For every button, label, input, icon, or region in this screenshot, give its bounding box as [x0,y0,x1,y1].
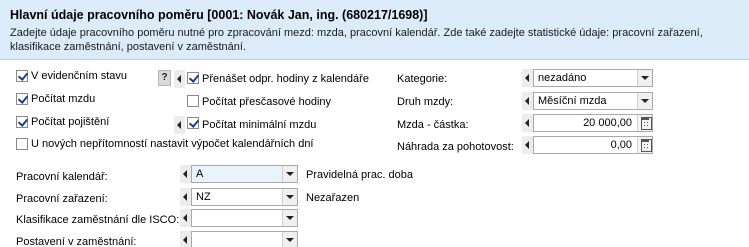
isco-arrow-icon[interactable] [180,209,191,227]
kategorie-value: nezadáno [538,72,587,84]
prenaset-hodiny-label: Přenášet odpr. hodiny z kalendáře [202,73,369,85]
mzda-castka-arrow-icon[interactable] [522,114,533,132]
postaveni-label: Postavení v zaměstnání: [16,236,137,247]
druh-mzdy-value: Měsíční mzda [538,95,607,107]
nahrada-value: 0,00 [610,139,632,151]
form-title: Hlavní údaje pracovního poměru [0001: No… [10,8,428,22]
chevron-down-icon[interactable] [637,93,652,109]
pocitat-mzdu-label: Počítat mzdu [31,93,96,105]
druh-mzdy-label: Druh mzdy: [397,96,454,108]
prenaset-arrow-icon[interactable] [174,70,185,88]
kalendar-label: Pracovní kalendář: [16,171,108,183]
mzda-castka-label: Mzda - částka: [397,119,469,131]
zarazeni-value: NZ [196,191,211,203]
neprimnosti-label: U nových nepřítomností nastavit výpočet … [31,138,314,150]
kategorie-label: Kategorie: [397,73,448,85]
nahrada-input[interactable]: 0,00 [533,136,653,154]
kalendar-select[interactable]: A [191,165,298,183]
kalendar-arrow-icon[interactable] [180,165,191,183]
chevron-down-icon[interactable] [282,232,297,247]
pocitat-minimalni-checkbox[interactable] [187,117,199,129]
mzda-castka-input[interactable]: 20 000,00 [533,114,653,132]
calculator-icon[interactable] [637,115,652,131]
help-button[interactable]: ? [158,70,171,86]
chevron-down-icon[interactable] [282,166,297,182]
v-evidencnim-stavu-label: V evidenčním stavu [31,70,127,82]
zarazeni-select[interactable]: NZ [191,188,298,206]
pocitat-prescasove-label: Počítat přesčasové hodiny [202,96,332,108]
form-header: Hlavní údaje pracovního poměru [0001: No… [0,0,749,60]
nahrada-arrow-icon[interactable] [522,136,533,154]
pocitat-prescasove-checkbox[interactable] [187,95,199,107]
kalendar-note: Pravidelná prac. doba [306,169,414,181]
zarazeni-arrow-icon[interactable] [180,188,191,206]
v-evidencnim-stavu-checkbox[interactable] [16,70,28,82]
druh-mzdy-select[interactable]: Měsíční mzda [533,92,653,110]
form-description: Zadejte údaje pracovního poměru nutné pr… [10,27,703,53]
kalendar-value: A [196,168,204,180]
isco-select[interactable] [191,209,298,227]
calculator-icon[interactable] [637,137,652,153]
chevron-down-icon[interactable] [637,70,652,86]
pocitat-pojisteni-checkbox[interactable] [16,116,28,128]
kategorie-arrow-icon[interactable] [522,69,533,87]
chevron-down-icon[interactable] [282,210,297,226]
chevron-down-icon[interactable] [282,189,297,205]
postaveni-arrow-icon[interactable] [180,231,191,247]
pocitat-minimalni-label: Počítat minimální mzdu [202,119,317,131]
minimalni-arrow-icon[interactable] [174,116,185,134]
druh-mzdy-arrow-icon[interactable] [522,92,533,110]
neprimnosti-checkbox[interactable] [16,138,28,150]
pocitat-pojisteni-label: Počítat pojištění [31,116,110,128]
isco-label: Klasifikace zaměstnání dle ISCO: [16,214,180,226]
mzda-castka-value: 20 000,00 [583,117,632,129]
postaveni-select[interactable] [191,231,298,247]
nahrada-label: Náhrada za pohotovost: [397,141,514,153]
kategorie-select[interactable]: nezadáno [533,69,653,87]
zarazeni-label: Pracovní zařazení: [16,193,108,205]
pocitat-mzdu-checkbox[interactable] [16,93,28,105]
zarazeni-note: Nezařazen [306,192,360,204]
prenaset-hodiny-checkbox[interactable] [187,72,199,84]
